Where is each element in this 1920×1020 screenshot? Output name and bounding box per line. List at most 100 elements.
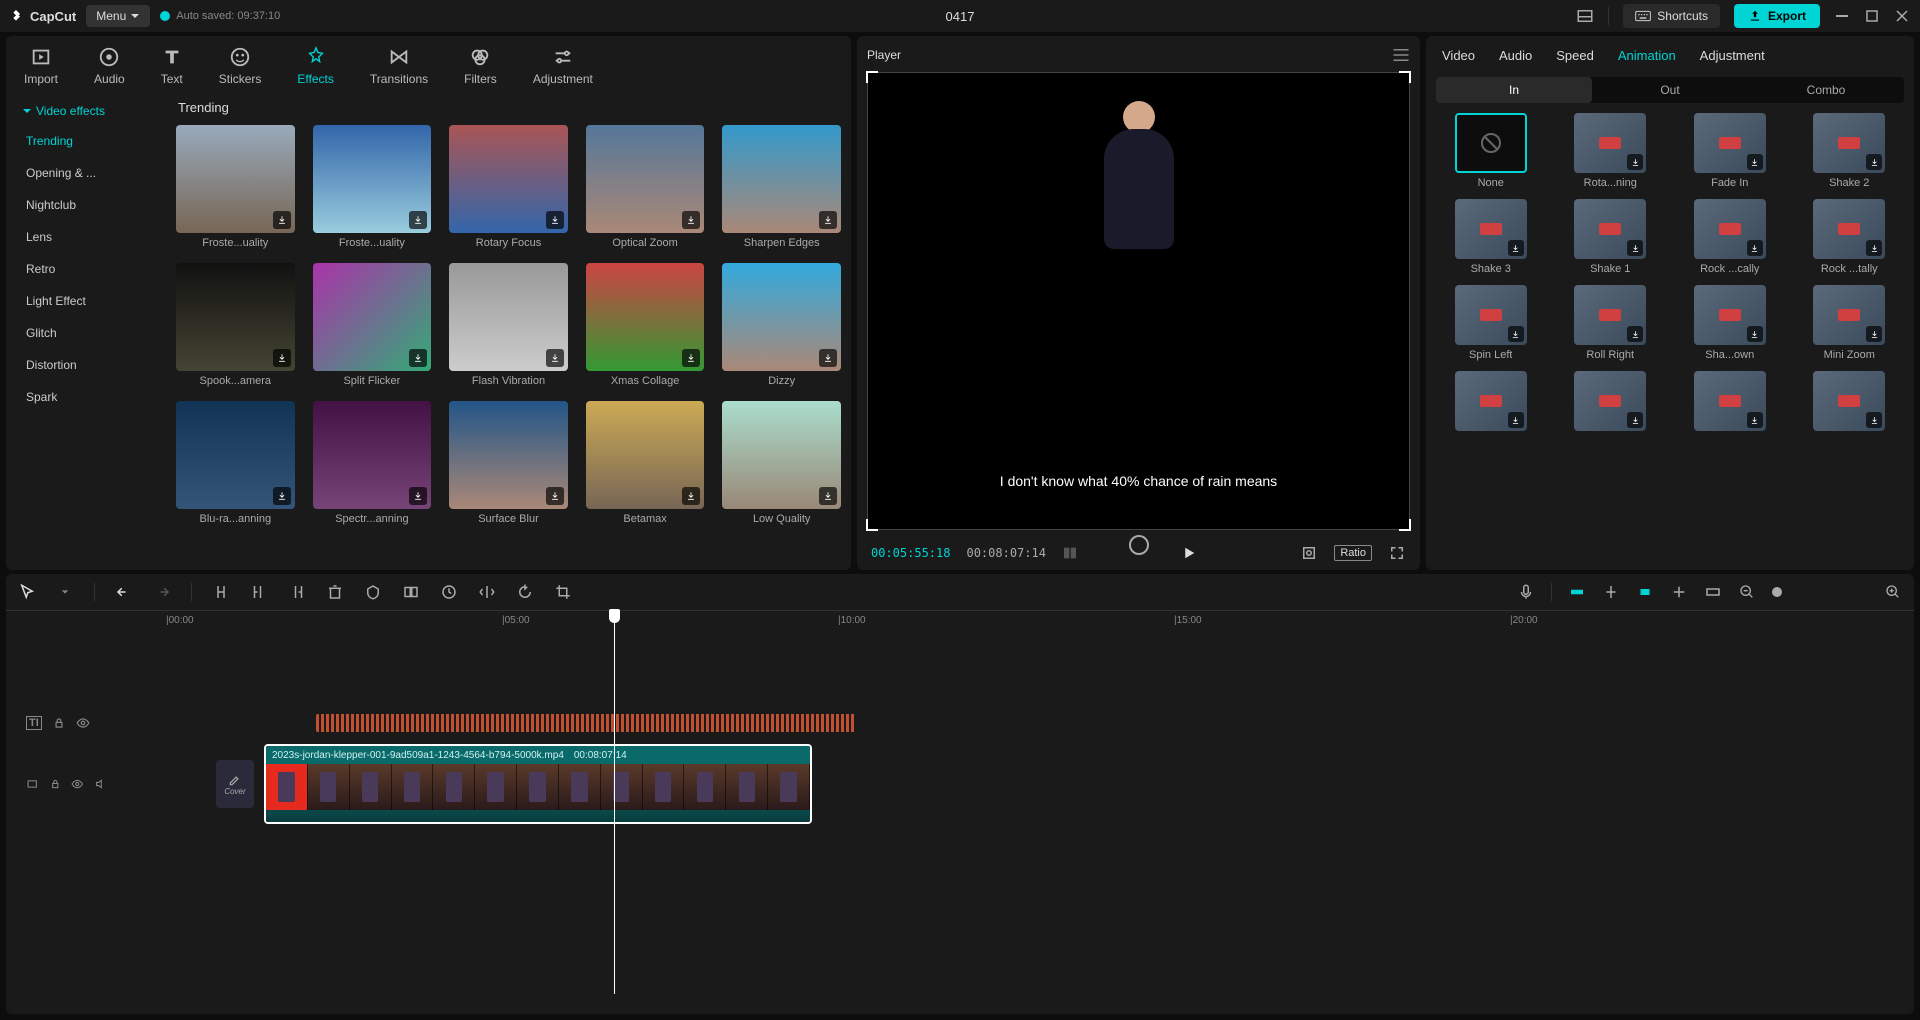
cat-opening[interactable]: Opening & ... xyxy=(12,158,160,188)
ptab-animation[interactable]: Animation xyxy=(1618,48,1676,63)
tab-adjustment[interactable]: Adjustment xyxy=(529,44,597,88)
anim-card[interactable] xyxy=(1556,371,1666,435)
anim-card[interactable]: Shake 1 xyxy=(1556,199,1666,275)
delete-button[interactable] xyxy=(326,583,344,601)
timeline-ruler[interactable]: |00:00 |05:00 |10:00 |15:00 |20:00 xyxy=(6,610,1914,634)
ptab-speed[interactable]: Speed xyxy=(1556,48,1594,63)
download-icon[interactable] xyxy=(682,211,700,229)
download-icon[interactable] xyxy=(409,349,427,367)
download-icon[interactable] xyxy=(1866,240,1882,256)
effect-card[interactable]: Sharpen Edges xyxy=(722,125,841,249)
ptab-audio[interactable]: Audio xyxy=(1499,48,1532,63)
download-icon[interactable] xyxy=(273,349,291,367)
download-icon[interactable] xyxy=(1627,412,1643,428)
anim-card[interactable]: Rock ...cally xyxy=(1675,199,1785,275)
cat-lens[interactable]: Lens xyxy=(12,222,160,252)
link-button[interactable] xyxy=(1602,583,1620,601)
download-icon[interactable] xyxy=(819,211,837,229)
cat-spark[interactable]: Spark xyxy=(12,382,160,412)
anim-card[interactable]: Shake 2 xyxy=(1795,113,1905,189)
download-icon[interactable] xyxy=(682,349,700,367)
anim-card[interactable] xyxy=(1436,371,1546,435)
eye-icon[interactable] xyxy=(71,777,84,791)
effect-card[interactable]: Betamax xyxy=(586,401,705,525)
preview-viewport[interactable]: I don't know what 40% chance of rain mea… xyxy=(867,72,1410,530)
download-icon[interactable] xyxy=(1508,240,1524,256)
download-icon[interactable] xyxy=(1866,326,1882,342)
download-icon[interactable] xyxy=(409,211,427,229)
rotate-button[interactable] xyxy=(516,583,534,601)
sync-icon[interactable] xyxy=(1129,535,1149,555)
category-head[interactable]: Video effects xyxy=(12,98,160,124)
effect-card[interactable]: Flash Vibration xyxy=(449,263,568,387)
tool-dropdown[interactable] xyxy=(56,583,74,601)
effect-card[interactable]: Blu-ra...anning xyxy=(176,401,295,525)
zoom-out-button[interactable] xyxy=(1738,583,1756,601)
export-button[interactable]: Export xyxy=(1734,4,1820,28)
menu-button[interactable]: Menu xyxy=(86,5,150,27)
cover-button[interactable]: Cover xyxy=(216,760,254,808)
download-icon[interactable] xyxy=(1627,240,1643,256)
layout-icon[interactable] xyxy=(1576,7,1594,25)
download-icon[interactable] xyxy=(1747,154,1763,170)
download-icon[interactable] xyxy=(546,487,564,505)
ptab-video[interactable]: Video xyxy=(1442,48,1475,63)
cat-glitch[interactable]: Glitch xyxy=(12,318,160,348)
anim-card[interactable] xyxy=(1675,371,1785,435)
cat-retro[interactable]: Retro xyxy=(12,254,160,284)
effect-card[interactable]: Spook...amera xyxy=(176,263,295,387)
crop-button[interactable] xyxy=(554,583,572,601)
effect-card[interactable]: Spectr...anning xyxy=(313,401,432,525)
anim-card[interactable]: Rota...ning xyxy=(1556,113,1666,189)
lock-icon[interactable] xyxy=(49,777,62,791)
cat-nightclub[interactable]: Nightclub xyxy=(12,190,160,220)
download-icon[interactable] xyxy=(1627,154,1643,170)
tab-transitions[interactable]: Transitions xyxy=(366,44,432,88)
subtab-out[interactable]: Out xyxy=(1592,77,1748,103)
effect-card[interactable]: Froste...uality xyxy=(176,125,295,249)
mute-icon[interactable] xyxy=(94,777,107,791)
close-button[interactable] xyxy=(1894,8,1910,24)
download-icon[interactable] xyxy=(273,487,291,505)
shortcuts-button[interactable]: Shortcuts xyxy=(1623,4,1720,28)
download-icon[interactable] xyxy=(1627,326,1643,342)
anim-card[interactable]: Rock ...tally xyxy=(1795,199,1905,275)
tab-stickers[interactable]: Stickers xyxy=(215,44,266,88)
tab-audio[interactable]: Audio xyxy=(90,44,129,88)
eye-icon[interactable] xyxy=(76,716,90,730)
delete-right-button[interactable] xyxy=(288,583,306,601)
effect-card[interactable]: Split Flicker xyxy=(313,263,432,387)
preview-axis-button[interactable] xyxy=(1670,583,1688,601)
tab-import[interactable]: Import xyxy=(20,44,62,88)
download-icon[interactable] xyxy=(819,349,837,367)
effect-card[interactable]: Xmas Collage xyxy=(586,263,705,387)
delete-left-button[interactable] xyxy=(250,583,268,601)
tab-filters[interactable]: Filters xyxy=(460,44,501,88)
download-icon[interactable] xyxy=(1508,412,1524,428)
download-icon[interactable] xyxy=(1747,412,1763,428)
download-icon[interactable] xyxy=(682,487,700,505)
reverse-button[interactable] xyxy=(440,583,458,601)
ratio-button[interactable]: Ratio xyxy=(1334,545,1372,561)
anim-card[interactable]: Roll Right xyxy=(1556,285,1666,361)
mic-button[interactable] xyxy=(1517,583,1535,601)
tab-effects[interactable]: Effects xyxy=(293,44,337,88)
download-icon[interactable] xyxy=(819,487,837,505)
subtab-in[interactable]: In xyxy=(1436,77,1592,103)
undo-button[interactable] xyxy=(115,583,133,601)
effect-card[interactable]: Low Quality xyxy=(722,401,841,525)
anim-card[interactable]: Sha...own xyxy=(1675,285,1785,361)
anim-card[interactable]: Fade In xyxy=(1675,113,1785,189)
redo-button[interactable] xyxy=(153,583,171,601)
download-icon[interactable] xyxy=(1508,326,1524,342)
mirror-button[interactable] xyxy=(478,583,496,601)
video-clip[interactable]: 2023s-jordan-klepper-001-9ad509a1-1243-4… xyxy=(264,744,812,824)
cat-distortion[interactable]: Distortion xyxy=(12,350,160,380)
download-icon[interactable] xyxy=(1747,240,1763,256)
anim-card[interactable]: Shake 3 xyxy=(1436,199,1546,275)
effect-card[interactable]: Rotary Focus xyxy=(449,125,568,249)
scale-icon[interactable] xyxy=(1300,544,1318,562)
track-toggle-button[interactable] xyxy=(1704,583,1722,601)
tab-text[interactable]: Text xyxy=(157,44,187,88)
maximize-button[interactable] xyxy=(1864,8,1880,24)
